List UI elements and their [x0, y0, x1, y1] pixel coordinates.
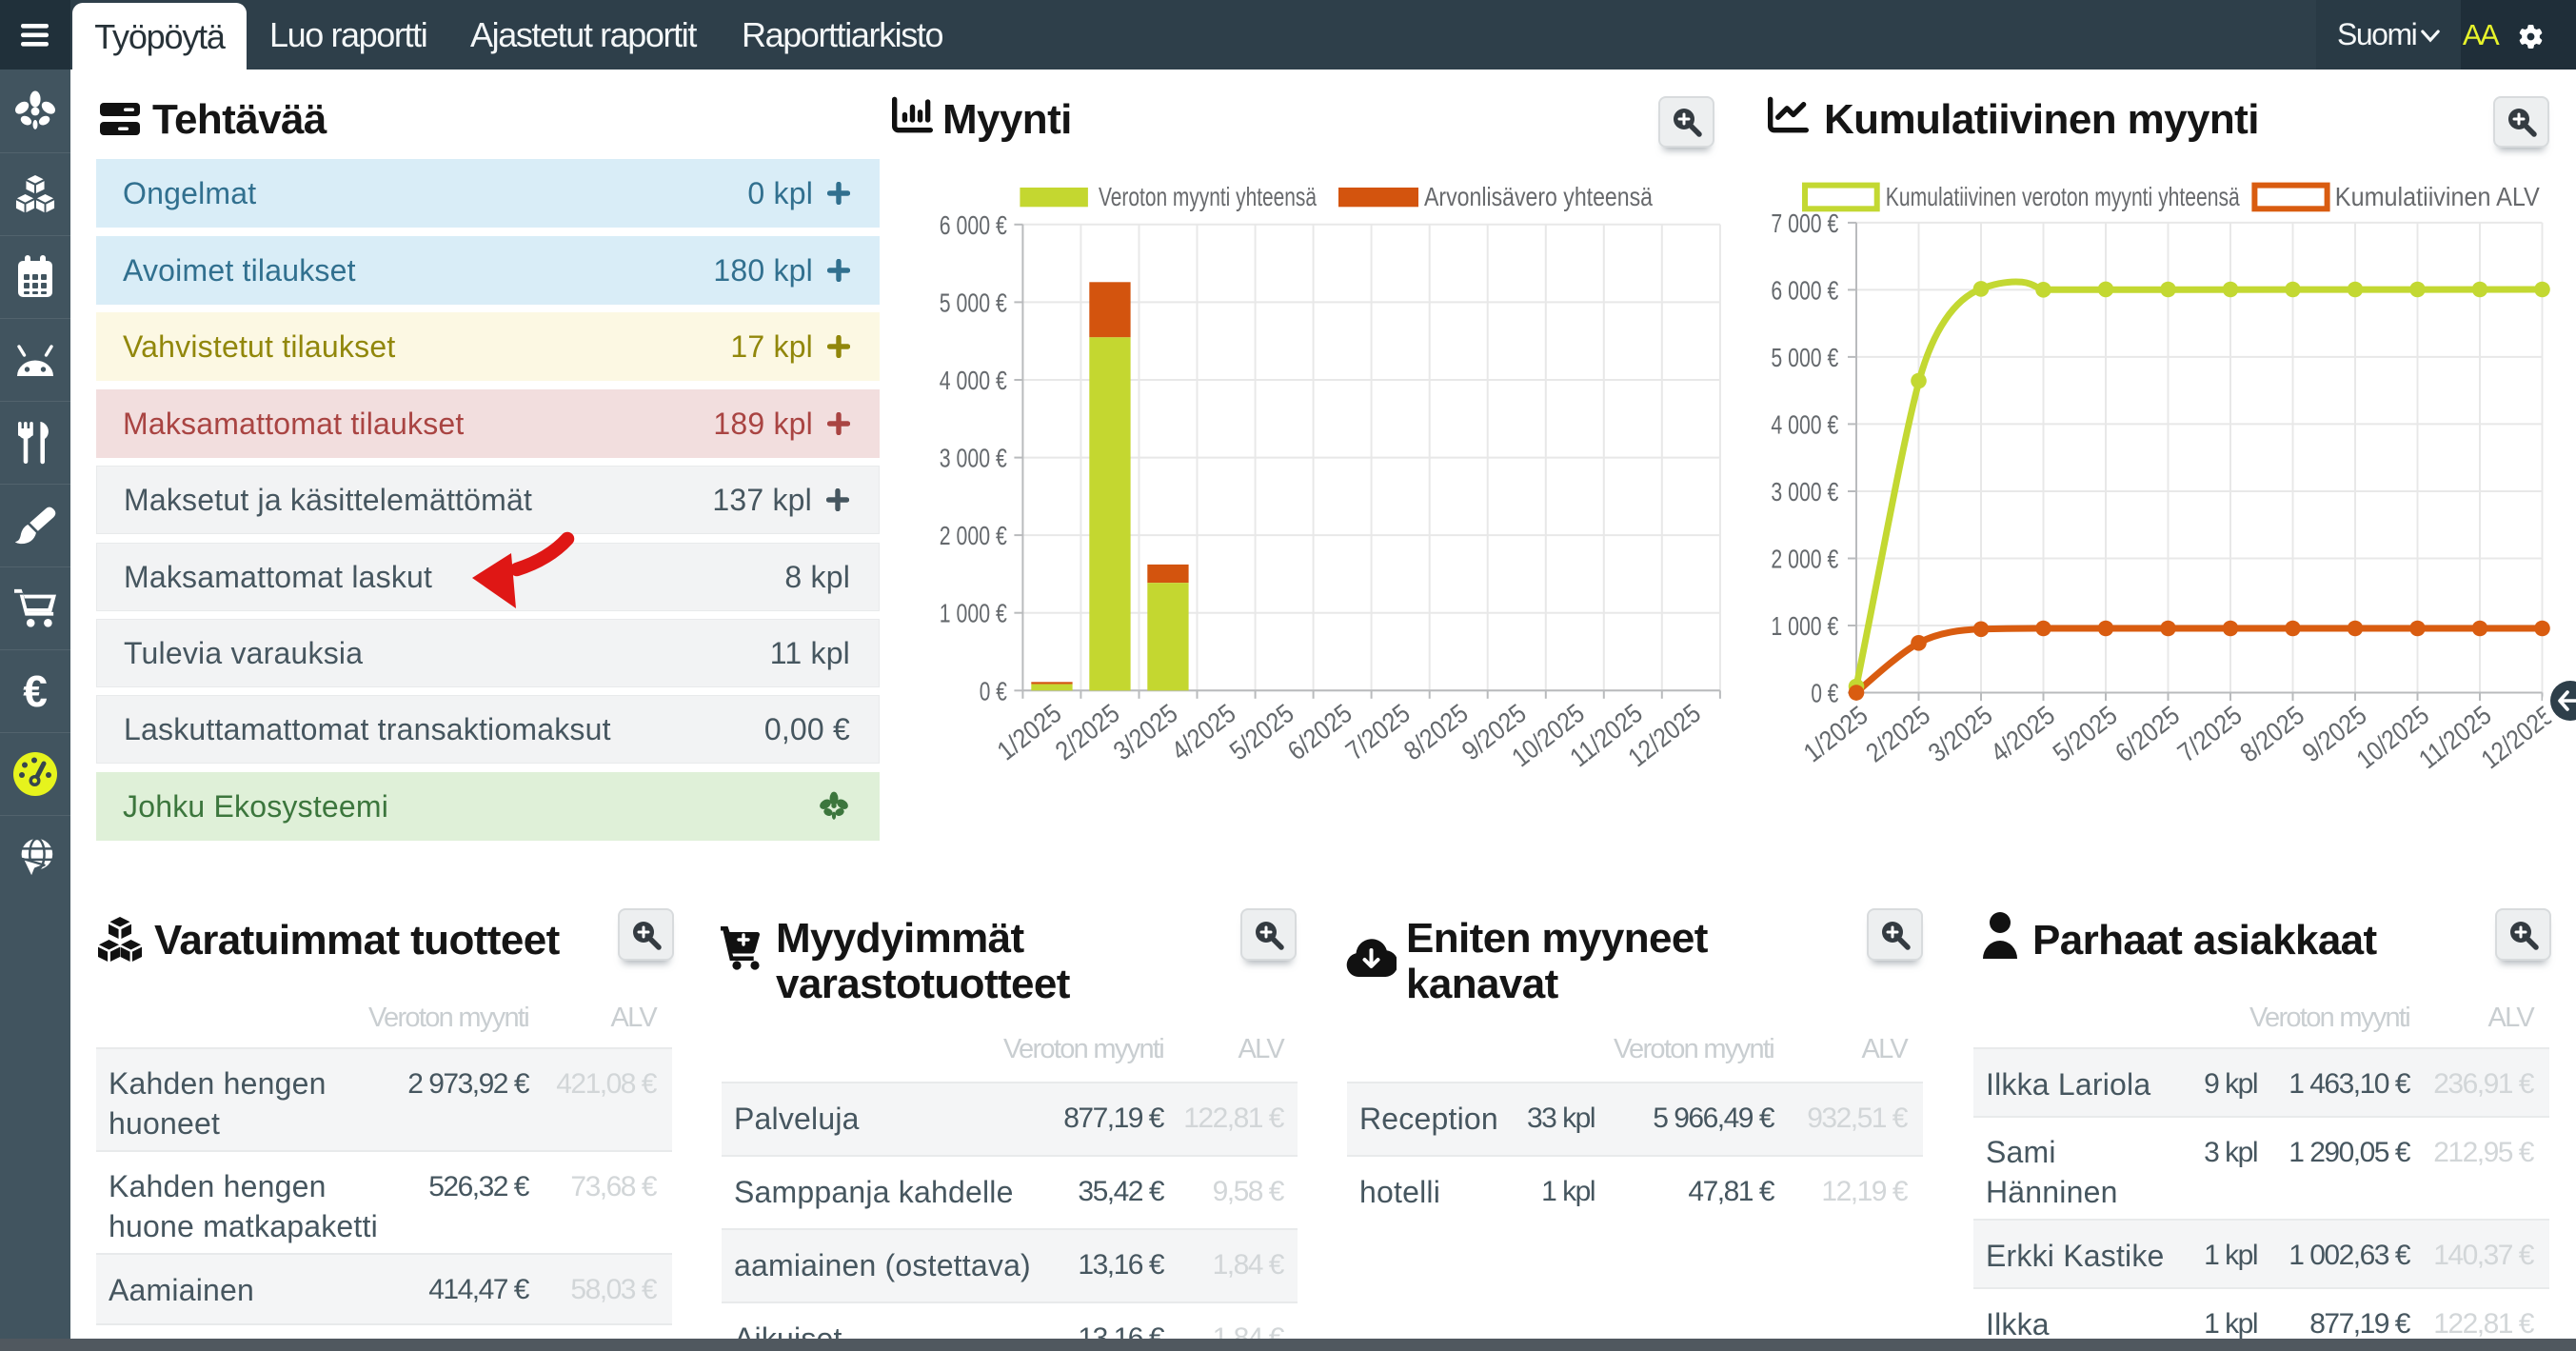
svg-text:1 000 €: 1 000 € [940, 599, 1007, 628]
svg-text:2/2025: 2/2025 [1860, 700, 1935, 767]
svg-text:Veroton myynti yhteensä: Veroton myynti yhteensä [1099, 182, 1317, 211]
svg-text:5/2025: 5/2025 [1224, 698, 1299, 765]
svg-text:7 000 €: 7 000 € [1771, 209, 1838, 238]
svg-text:Arvonlisävero yhteensä: Arvonlisävero yhteensä [1424, 182, 1653, 211]
svg-text:1/2025: 1/2025 [992, 698, 1067, 765]
svg-text:0 €: 0 € [1811, 679, 1838, 708]
svg-text:0 €: 0 € [980, 676, 1007, 705]
svg-text:6/2025: 6/2025 [2110, 700, 2185, 767]
svg-text:7/2025: 7/2025 [2172, 700, 2248, 767]
svg-text:8/2025: 8/2025 [1398, 698, 1474, 765]
svg-text:2/2025: 2/2025 [1050, 698, 1125, 765]
svg-text:5 000 €: 5 000 € [1771, 343, 1838, 372]
svg-text:7/2025: 7/2025 [1340, 698, 1416, 765]
svg-text:3/2025: 3/2025 [1923, 700, 1998, 767]
svg-text:6/2025: 6/2025 [1282, 698, 1357, 765]
svg-text:5/2025: 5/2025 [2048, 700, 2123, 767]
svg-text:3/2025: 3/2025 [1108, 698, 1183, 765]
svg-text:6 000 €: 6 000 € [1771, 275, 1838, 305]
svg-text:1 000 €: 1 000 € [1771, 611, 1838, 641]
svg-text:3 000 €: 3 000 € [1771, 477, 1838, 507]
svg-text:Kumulatiivinen veroton myynti: Kumulatiivinen veroton myynti yhteensä [1886, 182, 2240, 211]
svg-text:8/2025: 8/2025 [2234, 700, 2309, 767]
svg-text:2 000 €: 2 000 € [940, 521, 1007, 550]
svg-text:4 000 €: 4 000 € [1771, 409, 1838, 439]
svg-text:3 000 €: 3 000 € [940, 444, 1007, 473]
svg-text:6 000 €: 6 000 € [940, 210, 1007, 240]
svg-text:5 000 €: 5 000 € [940, 288, 1007, 317]
svg-text:4/2025: 4/2025 [1985, 700, 2060, 767]
svg-text:4/2025: 4/2025 [1166, 698, 1241, 765]
svg-text:Kumulatiivinen ALV: Kumulatiivinen ALV [2335, 182, 2540, 211]
svg-text:1/2025: 1/2025 [1798, 700, 1873, 767]
svg-text:4 000 €: 4 000 € [940, 366, 1007, 395]
svg-text:2 000 €: 2 000 € [1771, 545, 1838, 574]
